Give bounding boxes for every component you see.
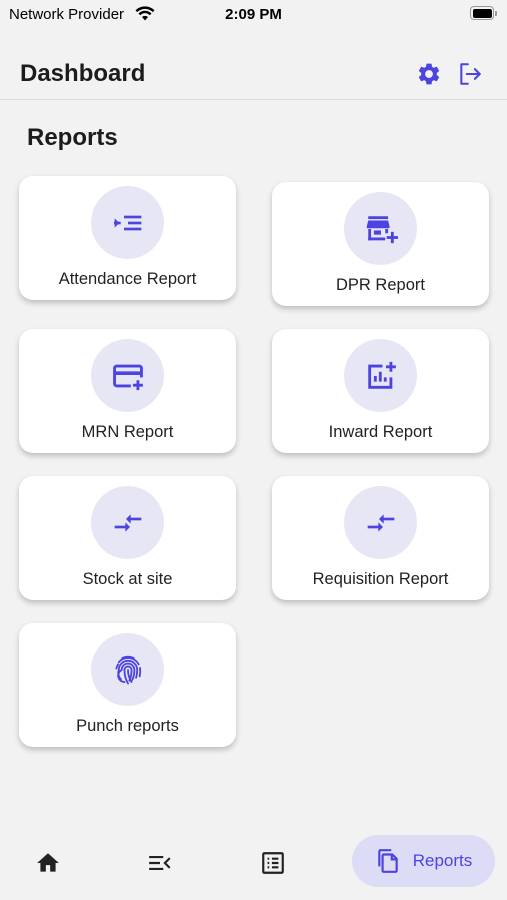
dpr-report-card[interactable]: DPR Report [272, 182, 489, 306]
battery-icon [470, 6, 497, 20]
indent-list-icon [113, 215, 141, 230]
swap-arrows-icon [367, 513, 394, 532]
home-icon [37, 853, 59, 872]
mrn-report-card[interactable]: MRN Report [19, 329, 236, 453]
nav-list[interactable] [258, 848, 288, 878]
inward-report-card[interactable]: Inward Report [272, 329, 489, 453]
bottom-nav: Reports [0, 820, 507, 900]
page-title: Dashboard [20, 60, 146, 87]
card-add-icon [112, 364, 143, 390]
logout-icon [460, 63, 481, 85]
gear-icon [418, 63, 440, 85]
section-title: Reports [27, 124, 118, 151]
punch-reports-card[interactable]: Punch reports [19, 623, 236, 747]
logout-button[interactable] [456, 60, 484, 88]
card-label: Stock at site [82, 570, 173, 588]
icon-circle [91, 486, 164, 559]
icon-circle [344, 192, 417, 265]
settings-button[interactable] [415, 60, 443, 88]
nav-reports-label: Reports [412, 851, 473, 870]
icon-circle [344, 486, 417, 559]
status-bar: Network Provider 2:09 PM [0, 0, 507, 30]
icon-circle [91, 339, 164, 412]
card-label: DPR Report [336, 276, 425, 294]
list-icon [262, 852, 284, 874]
chart-add-icon [367, 361, 396, 389]
icon-circle [91, 186, 164, 259]
nav-menu[interactable] [145, 848, 175, 878]
fingerprint-icon [114, 655, 141, 684]
attendance-report-card[interactable]: Attendance Report [19, 176, 236, 300]
copy-documents-icon [377, 849, 398, 873]
swap-arrows-icon [114, 513, 141, 532]
card-label: Attendance Report [58, 270, 197, 288]
menu-collapse-icon [149, 855, 171, 871]
app-header: Dashboard [0, 40, 507, 100]
stock-at-site-card[interactable]: Stock at site [19, 476, 236, 600]
card-label: Requisition Report [312, 570, 449, 588]
card-label: Inward Report [328, 423, 433, 441]
icon-circle [344, 339, 417, 412]
store-add-icon [366, 215, 398, 243]
card-label: Punch reports [76, 717, 179, 735]
nav-reports-active[interactable]: Reports [352, 835, 495, 887]
icon-circle [91, 633, 164, 706]
requisition-report-card[interactable]: Requisition Report [272, 476, 489, 600]
status-time: 2:09 PM [225, 6, 282, 23]
nav-home[interactable] [33, 848, 63, 878]
card-label: MRN Report [81, 423, 174, 441]
